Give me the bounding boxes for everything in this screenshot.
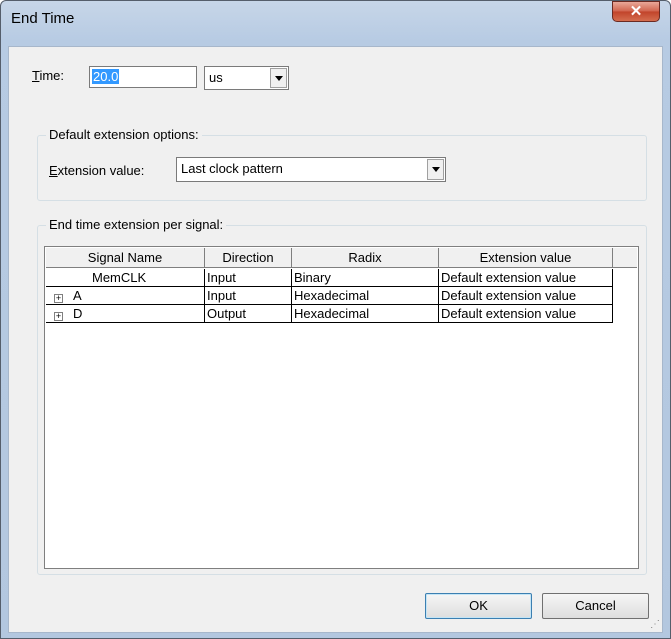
table-row-cell-extension[interactable]: Default extension value	[439, 269, 613, 287]
signal-grid[interactable]: Signal Name Direction Radix Extension va…	[44, 246, 639, 569]
chevron-down-icon[interactable]	[270, 68, 287, 88]
chevron-down-icon[interactable]	[427, 159, 444, 180]
close-icon[interactable]: ✕	[612, 1, 660, 22]
table-row-cell-extension[interactable]: Default extension value	[439, 287, 613, 305]
window-title: End Time	[11, 10, 75, 27]
table-row-cell-radix[interactable]: Hexadecimal	[292, 287, 439, 305]
table-row-cell-radix[interactable]: Binary	[292, 269, 439, 287]
column-header-filler	[613, 248, 637, 268]
end-time-dialog: End Time ✕ Time: 20.0 us Default extensi…	[0, 0, 671, 639]
title-bar[interactable]: End Time ✕	[1, 1, 670, 46]
table-row-cell-name[interactable]: A	[46, 287, 205, 305]
time-label: Time:	[32, 68, 65, 83]
column-header-extension-value[interactable]: Extension value	[439, 248, 613, 268]
resize-grip-icon[interactable]: ⋰	[650, 619, 660, 630]
table-row-cell-name[interactable]: D	[46, 305, 205, 323]
time-unit-value: us	[209, 70, 223, 85]
table-row-cell-extension[interactable]: Default extension value	[439, 305, 613, 323]
default-extension-group-title: Default extension options:	[46, 127, 202, 142]
table-row-cell-name[interactable]: MemCLK	[46, 269, 205, 287]
extension-value-selected: Last clock pattern	[181, 161, 283, 176]
per-signal-group-title: End time extension per signal:	[46, 217, 227, 232]
column-header-radix[interactable]: Radix	[292, 248, 439, 268]
table-row-cell-direction[interactable]: Input	[205, 287, 292, 305]
table-row-cell-direction[interactable]: Output	[205, 305, 292, 323]
column-header-signal-name[interactable]: Signal Name	[46, 248, 205, 268]
time-value: 20.0	[92, 69, 120, 84]
table-row-cell-radix[interactable]: Hexadecimal	[292, 305, 439, 323]
column-header-direction[interactable]: Direction	[205, 248, 292, 268]
time-unit-select[interactable]: us	[204, 66, 289, 90]
time-input[interactable]: 20.0	[89, 66, 197, 88]
table-row-cell-direction[interactable]: Input	[205, 269, 292, 287]
extension-value-label: Extension value:	[49, 163, 145, 178]
ok-button[interactable]: OK	[425, 593, 532, 619]
extension-value-select[interactable]: Last clock pattern	[176, 157, 446, 182]
cancel-button[interactable]: Cancel	[542, 593, 649, 619]
